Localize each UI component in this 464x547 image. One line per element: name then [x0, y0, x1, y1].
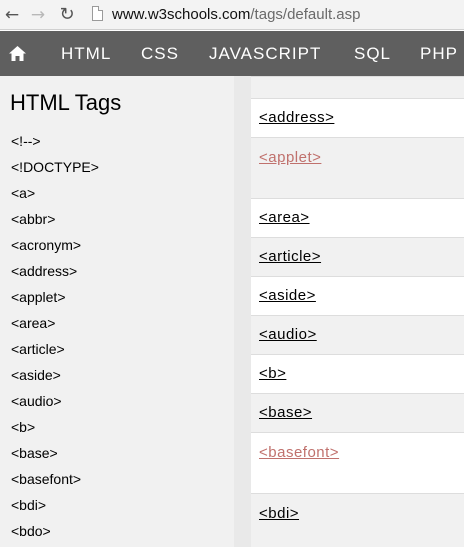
tag-link[interactable]: <address> [259, 109, 334, 126]
table-row: <audio> [251, 315, 464, 354]
nav-javascript[interactable]: JAVASCRIPT [209, 31, 321, 76]
address-bar[interactable]: www.w3schools.com/tags/default.asp [112, 5, 360, 25]
sidebar-item-bdo[interactable]: <bdo> [11, 522, 51, 540]
content-gutter [234, 76, 251, 547]
sidebar-item-address[interactable]: <address> [11, 262, 77, 280]
sidebar-item-a[interactable]: <a> [11, 184, 35, 202]
tag-link-deprecated[interactable]: <basefont> [259, 444, 339, 461]
sidebar-item-b[interactable]: <b> [11, 418, 35, 436]
sidebar-item-applet[interactable]: <applet> [11, 288, 66, 306]
table-row: <area> [251, 198, 464, 237]
table-row: <applet> [251, 137, 464, 198]
tag-link[interactable]: <article> [259, 248, 321, 265]
nav-php[interactable]: PHP [420, 31, 458, 76]
sidebar-item-acronym[interactable]: <acronym> [11, 236, 81, 254]
sidebar-item-bdi[interactable]: <bdi> [11, 496, 46, 514]
tag-link[interactable]: <area> [259, 209, 310, 226]
table-row: <article> [251, 237, 464, 276]
table-row: <address> [251, 98, 464, 137]
nav-sql[interactable]: SQL [354, 31, 391, 76]
nav-html[interactable]: HTML [61, 31, 111, 76]
sidebar-item-comment[interactable]: <!--> [11, 132, 41, 150]
home-icon[interactable] [0, 31, 36, 76]
table-row: <bdi> [251, 493, 464, 547]
sidebar-item-doctype[interactable]: <!DOCTYPE> [11, 158, 99, 176]
top-navigation: HTML CSS JAVASCRIPT SQL PHP [0, 31, 464, 76]
tag-link[interactable]: <bdi> [259, 505, 299, 522]
sidebar-item-abbr[interactable]: <abbr> [11, 210, 55, 228]
back-arrow-icon[interactable]: ← [2, 5, 22, 25]
url-host: www.w3schools.com [112, 6, 251, 23]
tag-table: <address> <applet> <area> <article> <asi… [251, 76, 464, 547]
table-row: <aside> [251, 276, 464, 315]
sidebar-item-aside[interactable]: <aside> [11, 366, 61, 384]
sidebar-item-basefont[interactable]: <basefont> [11, 470, 81, 488]
forward-arrow-icon[interactable]: → [28, 5, 48, 25]
tag-link[interactable]: <base> [259, 404, 312, 421]
tag-link[interactable]: <audio> [259, 326, 317, 343]
sidebar: HTML Tags <!--> <!DOCTYPE> <a> <abbr> <a… [0, 76, 234, 547]
sidebar-item-base[interactable]: <base> [11, 444, 58, 462]
sidebar-title: HTML Tags [10, 90, 122, 115]
tag-link[interactable]: <aside> [259, 287, 316, 304]
page-icon [92, 6, 103, 21]
reload-icon[interactable]: ↻ [57, 5, 77, 25]
table-row: <basefont> [251, 432, 464, 493]
sidebar-item-area[interactable]: <area> [11, 314, 55, 332]
table-row: <base> [251, 393, 464, 432]
tag-link[interactable]: <b> [259, 365, 286, 382]
table-row [251, 76, 464, 98]
sidebar-item-article[interactable]: <article> [11, 340, 65, 358]
sidebar-item-audio[interactable]: <audio> [11, 392, 62, 410]
url-path: /tags/default.asp [250, 6, 361, 23]
browser-toolbar: ← → ↻ www.w3schools.com/tags/default.asp [0, 0, 464, 30]
nav-css[interactable]: CSS [141, 31, 179, 76]
table-row: <b> [251, 354, 464, 393]
tag-link-deprecated[interactable]: <applet> [259, 149, 321, 166]
